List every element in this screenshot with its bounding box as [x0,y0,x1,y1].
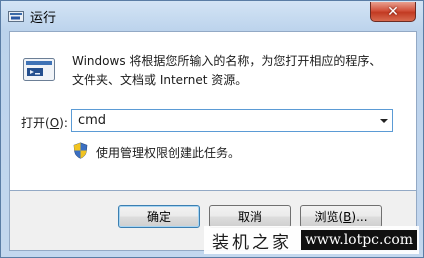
admin-rights-note: 使用管理权限创建此任务。 [96,146,241,160]
description-line-1: Windows 将根据您所输入的名称，为您打开相应的程序、 [72,54,382,68]
cancel-button[interactable]: 取消 [209,205,291,228]
command-input-value[interactable]: cmd [78,113,106,128]
description-line-2: 文件夹、文档或 Internet 资源。 [72,73,248,87]
site-watermark: 装机之家 www.lotpc.com [204,226,419,254]
title-bar[interactable]: 运行 ✕ [1,1,423,31]
uac-shield-icon [73,142,88,159]
close-button[interactable]: ✕ [370,2,416,22]
watermark-url: www.lotpc.com [301,230,417,250]
run-app-icon[interactable] [8,8,24,24]
run-dialog-window: 运行 ✕ Windows 将根据您所输入的名称，为您打开相应的程序、 文件夹、文… [0,0,424,258]
close-icon: ✕ [387,3,399,20]
dropdown-arrow-icon[interactable] [380,119,388,123]
open-access-key: O [49,116,60,130]
browse-button[interactable]: 浏览(B)... [300,205,382,228]
open-label: 打开(O): [21,116,68,130]
window-title: 运行 [30,11,57,26]
dialog-content: Windows 将根据您所输入的名称，为您打开相应的程序、 文件夹、文档或 In… [9,31,417,191]
run-dialog-icon [23,58,55,81]
dialog-description: Windows 将根据您所输入的名称，为您打开相应的程序、 文件夹、文档或 In… [72,52,402,90]
browse-access-key: B [343,209,352,224]
watermark-site-name: 装机之家 [212,233,292,253]
command-combobox[interactable]: cmd [71,109,393,132]
ok-button[interactable]: 确定 [118,205,200,228]
